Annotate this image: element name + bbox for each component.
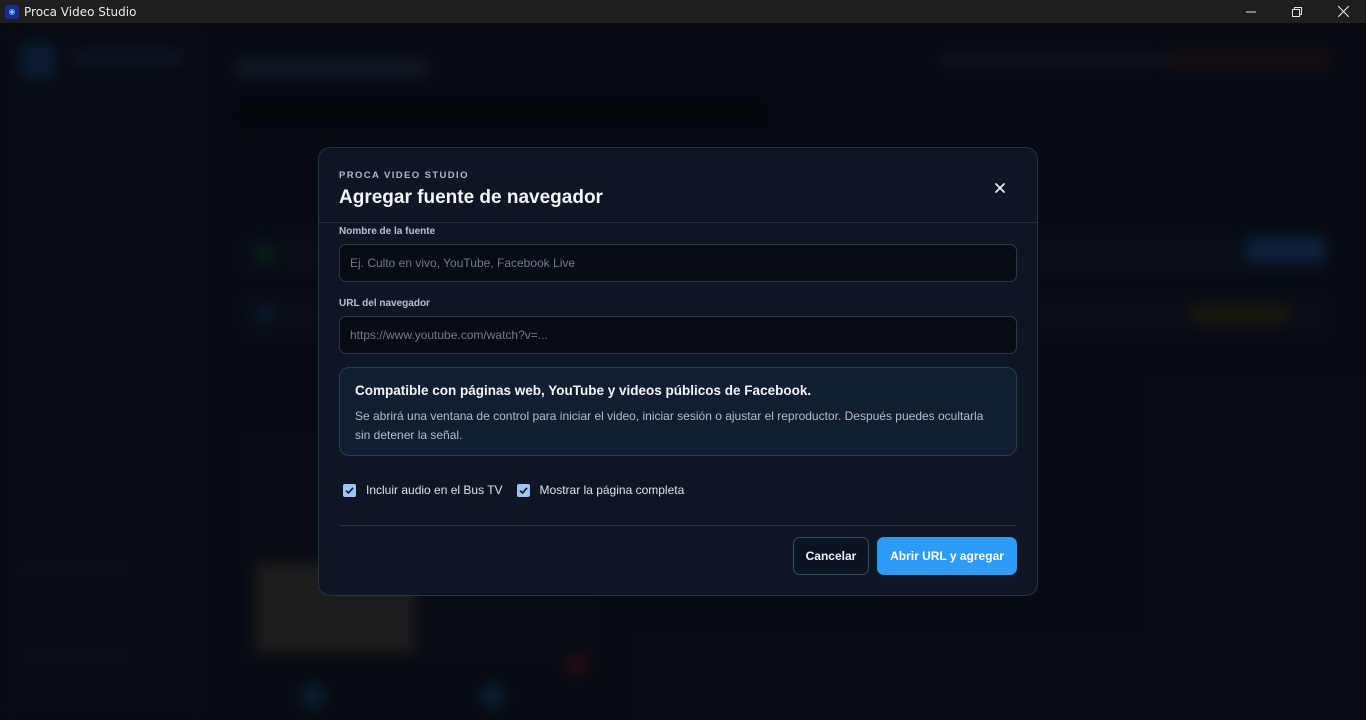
close-dialog-button[interactable] xyxy=(990,178,1010,198)
browser-url-label: URL del navegador xyxy=(339,298,430,309)
close-icon xyxy=(995,183,1005,193)
minimize-button[interactable] xyxy=(1228,0,1274,23)
dialog-title: Agregar fuente de navegador xyxy=(339,187,603,208)
dialog-header: PROCA VIDEO STUDIO Agregar fuente de nav… xyxy=(319,148,1037,223)
full-page-label: Mostrar la página completa xyxy=(539,483,685,497)
include-audio-checkbox[interactable] xyxy=(343,483,356,497)
source-name-input[interactable] xyxy=(339,244,1017,282)
compatibility-info-box: Compatible con páginas web, YouTube y vi… xyxy=(339,367,1017,456)
window-titlebar: ◉ Proca Video Studio xyxy=(0,0,1366,23)
full-page-option[interactable]: Mostrar la página completa xyxy=(516,483,685,497)
window-controls xyxy=(1228,0,1366,23)
source-name-label: Nombre de la fuente xyxy=(339,226,436,237)
close-window-icon xyxy=(1337,6,1349,17)
info-title: Compatible con páginas web, YouTube y vi… xyxy=(355,383,812,398)
close-window-button[interactable] xyxy=(1320,0,1366,23)
include-audio-option[interactable]: Incluir audio en el Bus TV xyxy=(343,483,503,497)
open-url-and-add-button[interactable]: Abrir URL y agregar xyxy=(877,537,1017,575)
footer-divider xyxy=(339,525,1017,526)
app-logo-icon: ◉ xyxy=(5,4,19,19)
restore-button[interactable] xyxy=(1274,0,1320,23)
add-browser-source-dialog: PROCA VIDEO STUDIO Agregar fuente de nav… xyxy=(318,147,1038,596)
checkmark-icon xyxy=(518,486,528,494)
options-row: Incluir audio en el Bus TV Mostrar la pá… xyxy=(343,483,698,497)
include-audio-label: Incluir audio en el Bus TV xyxy=(366,483,503,497)
dialog-eyebrow: PROCA VIDEO STUDIO xyxy=(339,170,469,181)
minimize-icon xyxy=(1246,11,1256,12)
full-page-checkbox[interactable] xyxy=(516,483,530,497)
cancel-button[interactable]: Cancelar xyxy=(793,537,869,575)
restore-icon xyxy=(1292,6,1302,17)
window-title: Proca Video Studio xyxy=(24,4,137,19)
browser-url-input[interactable] xyxy=(339,316,1017,354)
info-text: Se abrirá una ventana de control para in… xyxy=(355,409,984,442)
checkmark-icon xyxy=(345,486,354,494)
